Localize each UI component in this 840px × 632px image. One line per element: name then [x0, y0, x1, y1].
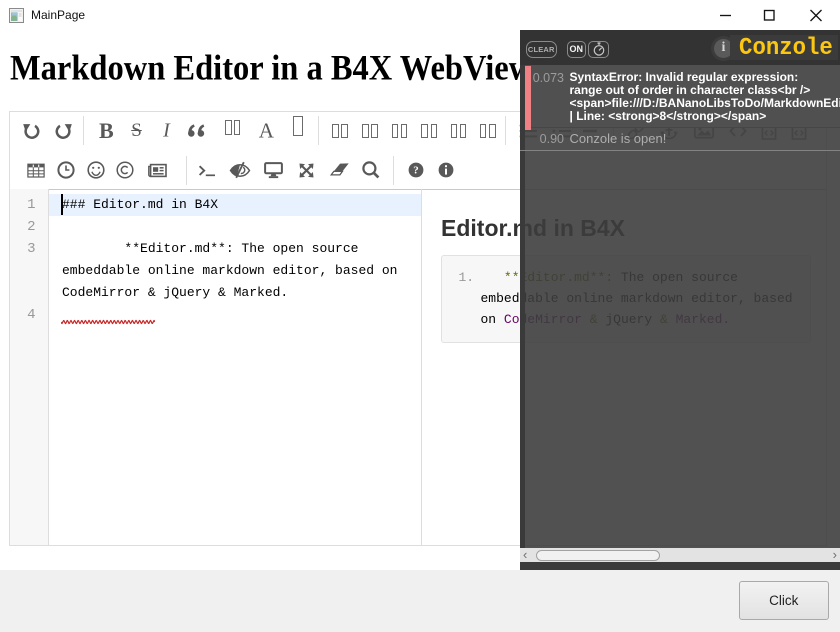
svg-text:?: ? — [413, 165, 419, 177]
